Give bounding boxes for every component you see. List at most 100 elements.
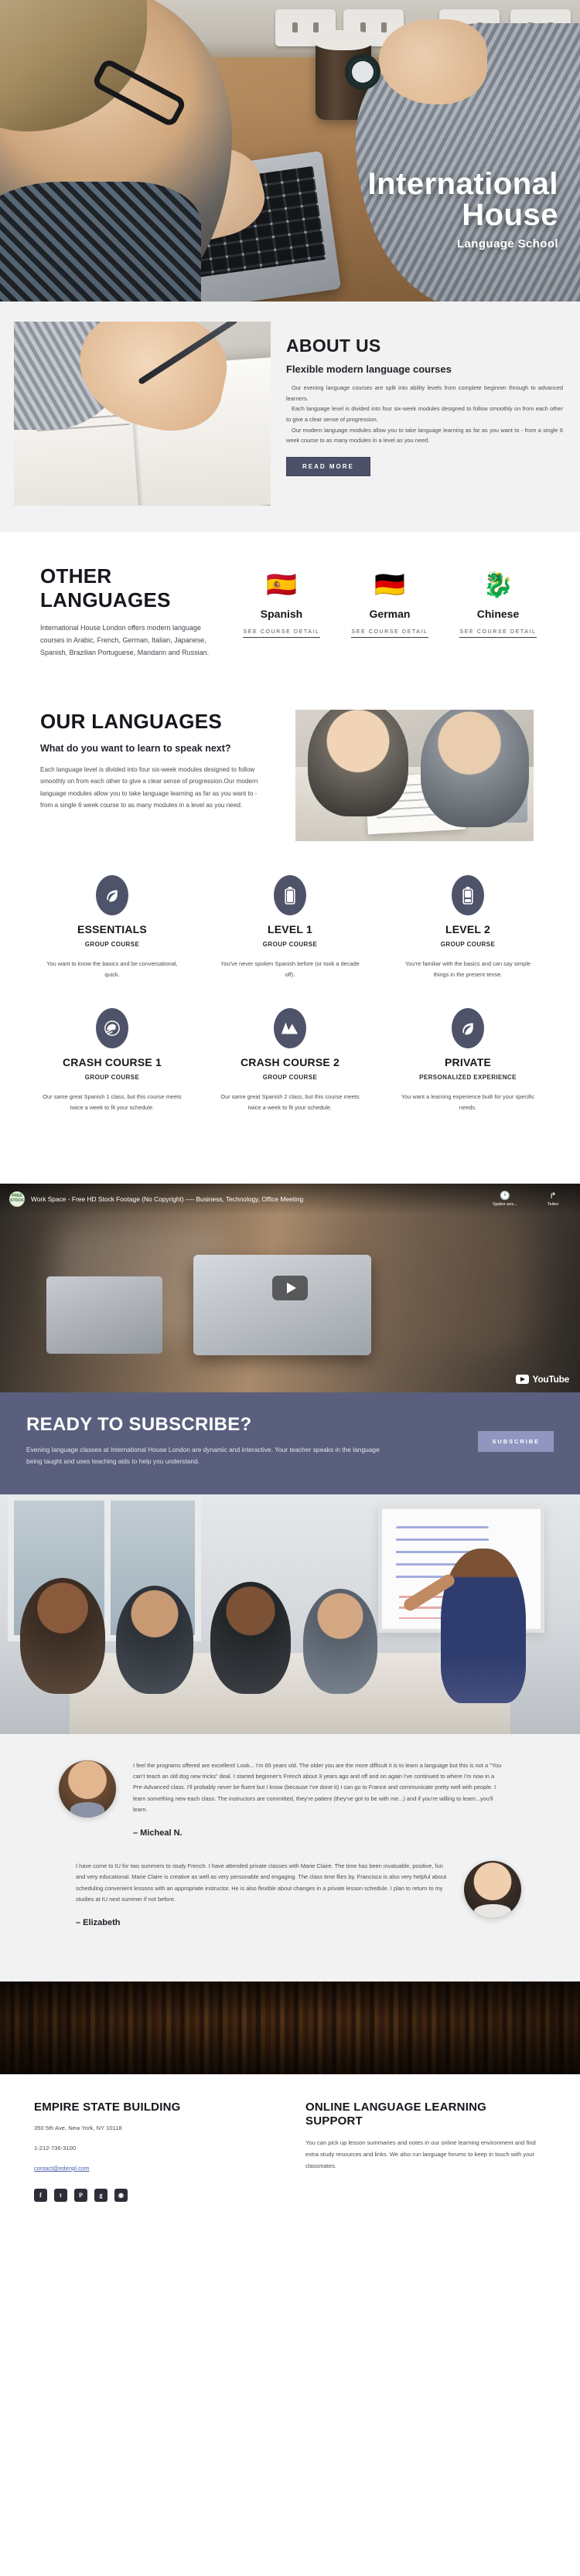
subscribe-section: READY TO SUBSCRIBE? Evening language cla…	[0, 1392, 580, 1494]
mountains-icon	[274, 1008, 306, 1049]
helmet-icon	[96, 1008, 128, 1049]
male-avatar	[59, 1760, 116, 1818]
hero-title: International House	[367, 169, 558, 230]
read-more-button[interactable]: READ MORE	[286, 457, 370, 477]
watch-later-button[interactable]: 🕐 Später ans...	[487, 1191, 523, 1207]
subscribe-heading: READY TO SUBSCRIBE?	[26, 1413, 252, 1435]
course-row-1: ESSENTIALS GROUP COURSE You want to know…	[31, 875, 549, 980]
battery-full-icon	[274, 875, 306, 916]
female-avatar	[464, 1860, 521, 1918]
share-label: Teilen	[547, 1202, 559, 1207]
play-button-icon[interactable]	[272, 1275, 308, 1300]
free-stock-line-2: STOCK	[10, 1198, 24, 1203]
youtube-watermark[interactable]: YouTube	[515, 1373, 570, 1385]
course-description: Our same great Spanish 2 class, but this…	[220, 1093, 360, 1112]
course-description: You want to know the basics and be conve…	[46, 960, 178, 979]
spain-flag-icon: 🇪🇸	[266, 571, 297, 598]
course-cards-section: ESSENTIALS GROUP COURSE You want to know…	[0, 857, 580, 1183]
footer-email-link[interactable]: contact@edenpl.com	[34, 2163, 275, 2175]
other-languages-description: International House London offers modern…	[40, 624, 210, 656]
share-button[interactable]: ↱ Teilen	[535, 1191, 571, 1207]
course-kind: GROUP COURSE	[84, 941, 140, 949]
clock-icon: 🕐	[500, 1191, 510, 1201]
language-name: German	[369, 608, 411, 620]
subscribe-description: Evening language classes at Internationa…	[26, 1445, 380, 1466]
free-stock-logo-icon: FREE STOCK	[9, 1191, 25, 1207]
other-languages-section: OTHER LANGUAGES International House Lond…	[0, 532, 580, 683]
classroom-photo-section	[0, 1494, 580, 1734]
course-card-private[interactable]: PRIVATE PERSONALIZED EXPERIENCE You want…	[387, 1008, 549, 1113]
course-description: You want a learning experience built for…	[401, 1093, 535, 1112]
course-kind: GROUP COURSE	[262, 1074, 318, 1082]
course-title: LEVEL 1	[268, 923, 312, 936]
dragon-icon: 🐉	[483, 571, 513, 598]
footer-address: 350 5th Ave, New York, NY 10118	[34, 2125, 122, 2132]
footer-right-column: ONLINE LANGUAGE LEARNING SUPPORT You can…	[305, 2101, 546, 2202]
testimonials-section: I feel the programs offered are excellen…	[0, 1733, 580, 1981]
watch-later-label: Später ans...	[493, 1202, 517, 1207]
language-card-german[interactable]: 🇩🇪 German SEE COURSE DETAIL	[336, 572, 444, 638]
testimonial-1: I feel the programs offered are excellen…	[0, 1760, 580, 1838]
footer-right-text: You can pick up lesson summaries and not…	[305, 2139, 536, 2169]
about-paragraph-1: Our evening language courses are split i…	[286, 384, 563, 402]
see-course-detail-link[interactable]: SEE COURSE DETAIL	[459, 629, 537, 638]
hero-title-line-2: House	[462, 198, 558, 232]
footer-left-heading: EMPIRE STATE BUILDING	[34, 2100, 181, 2114]
hero-subtitle: Language School	[456, 237, 558, 250]
our-languages-section: OUR LANGUAGES What do you want to learn …	[0, 682, 580, 857]
subscribe-button[interactable]: SUBSCRIBE	[478, 1430, 554, 1452]
about-photo	[14, 322, 271, 506]
course-title: LEVEL 2	[445, 923, 490, 936]
google-plus-icon[interactable]: g	[94, 2188, 107, 2202]
instagram-icon[interactable]: ◉	[114, 2188, 128, 2202]
course-kind: GROUP COURSE	[440, 941, 496, 949]
course-card-essentials[interactable]: ESSENTIALS GROUP COURSE You want to know…	[31, 875, 193, 980]
language-name: Chinese	[476, 608, 520, 620]
course-description: You've never spoken Spanish before (or t…	[220, 960, 360, 979]
our-languages-subheading: What do you want to learn to speak next?	[40, 743, 231, 755]
course-card-level-2[interactable]: LEVEL 2 GROUP COURSE You're familiar wit…	[387, 875, 549, 980]
share-arrow-icon: ↱	[549, 1191, 557, 1201]
battery-half-icon	[452, 875, 484, 916]
language-cards: 🇪🇸 Spanish SEE COURSE DETAIL 🇩🇪 German S…	[220, 564, 580, 638]
footer: EMPIRE STATE BUILDING 350 5th Ave, New Y…	[0, 2073, 580, 2223]
course-title: CRASH COURSE 1	[62, 1056, 162, 1069]
footer-left-column: EMPIRE STATE BUILDING 350 5th Ave, New Y…	[34, 2101, 275, 2202]
course-card-crash-course-2[interactable]: CRASH COURSE 2 GROUP COURSE Our same gre…	[209, 1008, 371, 1113]
see-course-detail-link[interactable]: SEE COURSE DETAIL	[243, 629, 320, 638]
course-card-level-1[interactable]: LEVEL 1 GROUP COURSE You've never spoken…	[209, 875, 371, 980]
testimonial-author: – Micheal N.	[133, 1828, 183, 1838]
testimonial-text: I have come to IU for two summers to stu…	[76, 1862, 447, 1903]
language-name: Spanish	[260, 608, 303, 620]
language-card-chinese[interactable]: 🐉 Chinese SEE COURSE DETAIL	[444, 572, 552, 638]
footer-right-heading: ONLINE LANGUAGE LEARNING SUPPORT	[305, 2100, 486, 2128]
about-subheading: Flexible modern language courses	[286, 363, 452, 375]
course-title: PRIVATE	[445, 1056, 491, 1069]
other-languages-heading: OTHER LANGUAGES	[40, 564, 171, 612]
library-photo-band	[0, 1981, 580, 2074]
hero-section: Contract International House Language Sc…	[0, 0, 580, 302]
social-links: f t P g ◉	[34, 2188, 275, 2202]
about-paragraph-3: Our modern language modules allow you to…	[286, 426, 563, 445]
video-top-bar: FREE STOCK Work Space - Free HD Stock Fo…	[0, 1183, 580, 1215]
youtube-label: YouTube	[532, 1373, 570, 1385]
hero-title-line-1: International	[367, 167, 558, 201]
course-title: ESSENTIALS	[77, 923, 147, 936]
testimonial-2: I have come to IU for two summers to stu…	[0, 1860, 580, 1927]
footer-phone: 1-212-736-3100	[34, 2145, 77, 2152]
see-course-detail-link[interactable]: SEE COURSE DETAIL	[351, 629, 428, 638]
course-kind: GROUP COURSE	[84, 1074, 140, 1082]
twitter-icon[interactable]: t	[54, 2188, 67, 2202]
our-languages-heading: OUR LANGUAGES	[40, 710, 223, 734]
course-row-2: CRASH COURSE 1 GROUP COURSE Our same gre…	[31, 1008, 549, 1113]
pinterest-icon[interactable]: P	[74, 2188, 87, 2202]
video-title[interactable]: Work Space - Free HD Stock Footage (No C…	[31, 1195, 479, 1203]
facebook-icon[interactable]: f	[34, 2188, 47, 2202]
about-paragraphs: Our evening language courses are split i…	[286, 383, 563, 446]
testimonial-text: I feel the programs offered are excellen…	[133, 1761, 502, 1814]
video-section[interactable]: FREE STOCK Work Space - Free HD Stock Fo…	[0, 1183, 580, 1392]
course-title: CRASH COURSE 2	[240, 1056, 340, 1069]
language-card-spanish[interactable]: 🇪🇸 Spanish SEE COURSE DETAIL	[227, 572, 336, 638]
course-card-crash-course-1[interactable]: CRASH COURSE 1 GROUP COURSE Our same gre…	[31, 1008, 193, 1113]
about-paragraph-2: Each language level is divided into four…	[286, 405, 563, 424]
